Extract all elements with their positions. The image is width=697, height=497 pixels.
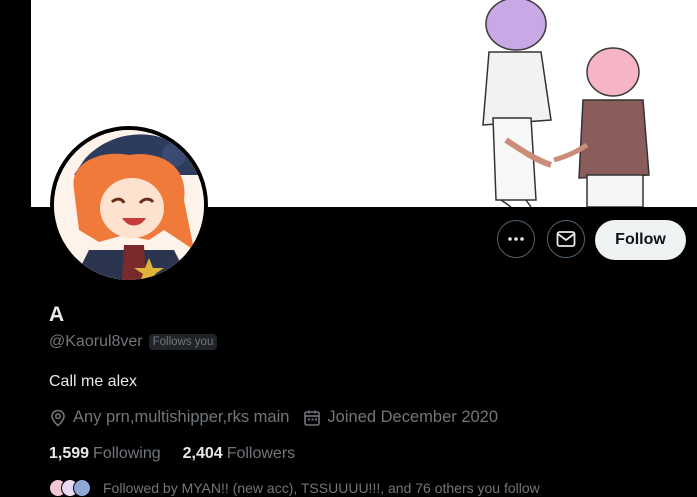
following-label: Following [93, 445, 161, 462]
followers-link[interactable]: 2,404 Followers [183, 445, 296, 463]
message-button[interactable] [547, 220, 585, 258]
location-pin-icon [51, 409, 65, 427]
more-options-button[interactable] [497, 220, 535, 258]
follower-avatars [49, 479, 91, 497]
envelope-icon [556, 231, 576, 247]
profile-meta: Any prn,multishipper,rks main Joined Dec… [49, 408, 498, 427]
profile-avatar[interactable] [50, 126, 208, 284]
followers-label: Followers [226, 445, 296, 462]
bio: Call me alex [49, 373, 138, 390]
location-item: Any prn,multishipper,rks main [49, 408, 289, 427]
calendar-icon [304, 410, 321, 426]
left-rail [0, 0, 31, 497]
handle: @Kaorul8ver [49, 333, 143, 350]
follow-stats: 1,599 Following 2,404 Followers [49, 445, 295, 463]
followers-count: 2,404 [182, 445, 223, 462]
followed-by-row[interactable]: Followed by MYAN!! (new acc), TSSUUUU!!!… [49, 479, 540, 497]
joined-item: Joined December 2020 [303, 408, 498, 427]
location-text: Any prn,multishipper,rks main [73, 408, 290, 426]
display-name: A [49, 303, 65, 326]
joined-text: Joined December 2020 [327, 408, 499, 426]
follows-you-badge: Follows you [148, 334, 218, 350]
following-count: 1,599 [49, 445, 90, 462]
following-link[interactable]: 1,599 Following [49, 445, 161, 463]
follow-button[interactable]: Follow [595, 220, 686, 260]
more-horizontal-icon [508, 237, 524, 241]
avatar-illustration [54, 130, 204, 280]
followed-by-text: Followed by MYAN!! (new acc), TSSUUUU!!!… [103, 480, 540, 496]
handle-row: @Kaorul8ver Follows you [49, 333, 218, 351]
follower-avatar [73, 479, 91, 497]
